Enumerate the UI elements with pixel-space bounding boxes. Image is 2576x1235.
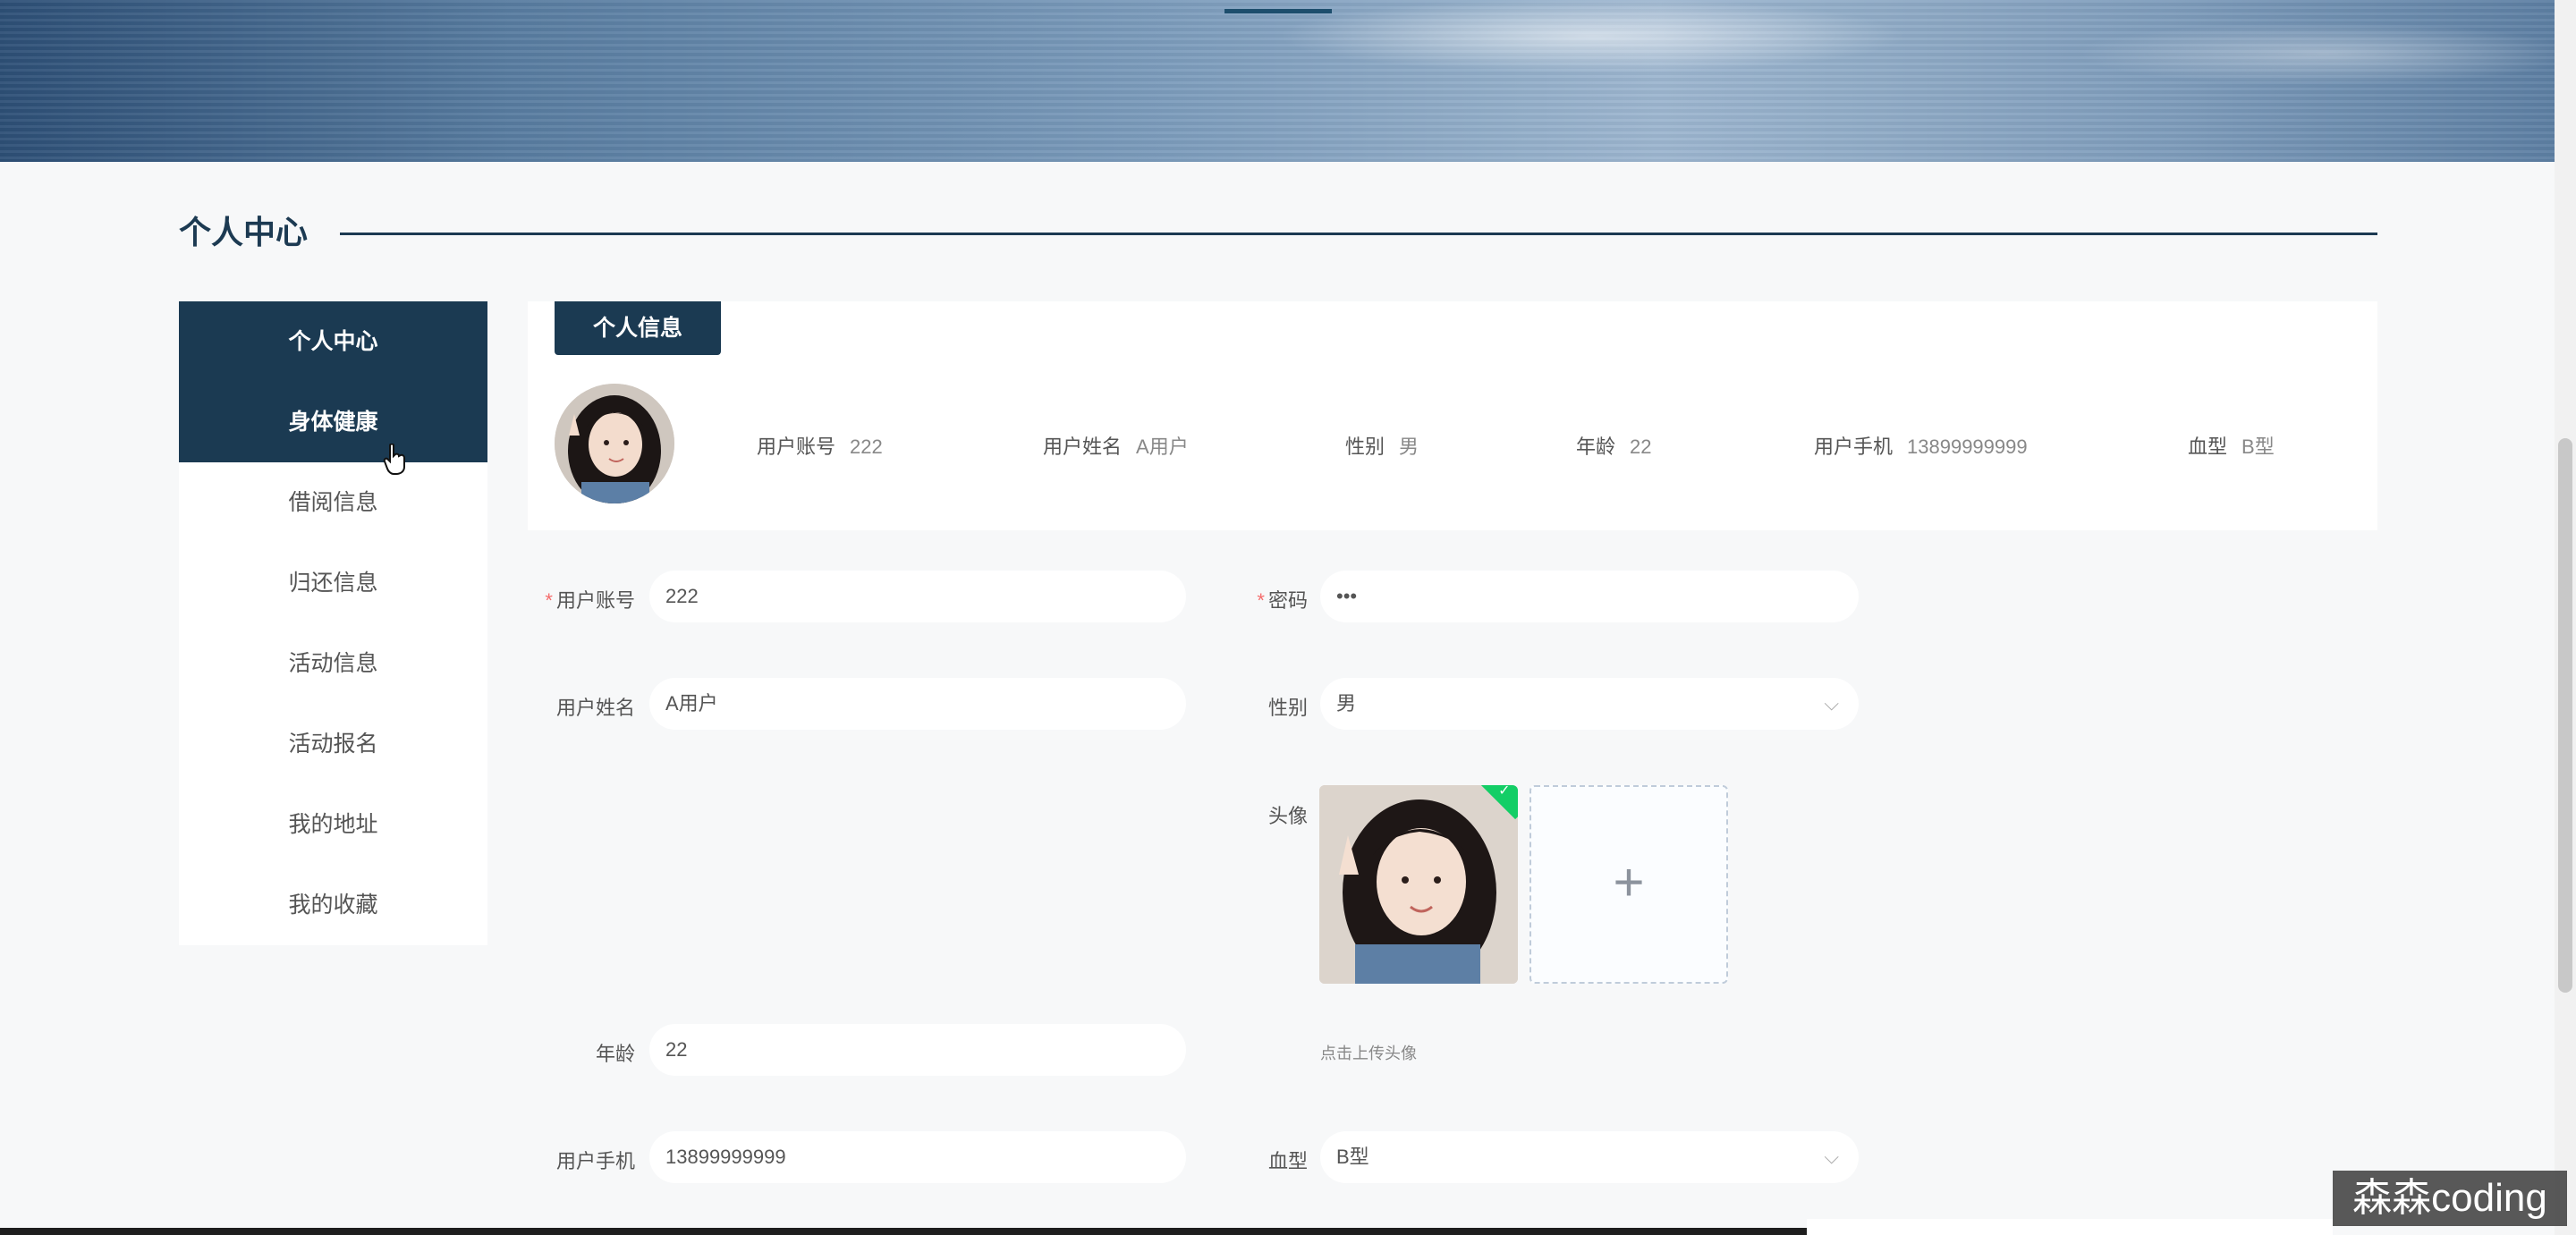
sidebar-item-personal-center[interactable]: 个人中心 <box>179 301 487 382</box>
sidebar-item-activity-signup[interactable]: 活动报名 <box>179 704 487 784</box>
sidebar-item-health[interactable]: 身体健康 <box>179 382 487 462</box>
summary-blood: 血型 B型 <box>2188 436 2275 458</box>
banner-indicator[interactable] <box>1224 9 1332 13</box>
blood-select[interactable]: B型 ⌵ <box>1320 1131 1859 1183</box>
summary-gender: 性别男 <box>1345 436 1419 458</box>
phone-input[interactable]: 13899999999 <box>649 1131 1186 1183</box>
profile-summary-card: 个人信息 用户账号 222 用户姓名 A用户 性别男 年龄 22 用户手机 138999… <box>528 301 2377 530</box>
check-icon: ✓ <box>1498 785 1511 799</box>
summary-name: 用户姓名 A用户 <box>1043 436 1189 458</box>
summary-phone: 用户手机 13899999999 <box>1814 436 2028 458</box>
password-field-label: * 密码 <box>1257 589 1308 612</box>
title-divider <box>340 233 2377 235</box>
uploaded-avatar-image[interactable]: ✓ <box>1319 785 1518 984</box>
sidebar-item-address[interactable]: 我的地址 <box>179 784 487 865</box>
blood-select-value: B型 <box>1336 1146 1369 1168</box>
avatar <box>555 384 674 503</box>
name-input[interactable]: A用户 <box>649 678 1186 730</box>
sidebar-item-activities[interactable]: 活动信息 <box>179 623 487 704</box>
tab-personal-info[interactable]: 个人信息 <box>555 301 721 355</box>
sidebar-nav: 个人中心 身体健康 借阅信息 归还信息 活动信息 活动报名 我的地址 我的收藏 <box>179 301 487 945</box>
scrollbar-thumb[interactable] <box>2558 438 2572 993</box>
banner-carousel <box>0 0 2555 162</box>
sidebar-item-favorites[interactable]: 我的收藏 <box>179 865 487 945</box>
upload-tip: 点击上传头像 <box>1320 1045 1417 1062</box>
blood-field-label: 血型 <box>1267 1150 1308 1172</box>
sidebar-item-borrow[interactable]: 借阅信息 <box>179 462 487 543</box>
chevron-down-icon[interactable]: ⌵ <box>1824 1131 1839 1183</box>
age-field-label: 年龄 <box>595 1043 635 1065</box>
account-input[interactable]: 222 <box>649 571 1186 622</box>
mouse-cursor-icon <box>383 444 405 475</box>
account-field-label: * 用户账号 <box>545 589 635 612</box>
watermark: 森森coding <box>2333 1171 2567 1226</box>
bottom-edge <box>0 1228 1807 1235</box>
avatar-field-label: 头像 <box>1267 805 1308 827</box>
gender-select[interactable]: 男 ⌵ <box>1320 678 1859 730</box>
page-title: 个人中心 <box>179 214 309 250</box>
plus-icon: + <box>1613 852 1645 912</box>
bottom-edge-light <box>1807 1219 2333 1235</box>
gender-field-label: 性别 <box>1267 697 1308 719</box>
summary-age: 年龄 22 <box>1576 436 1652 458</box>
gender-select-value: 男 <box>1336 692 1357 715</box>
chevron-down-icon[interactable]: ⌵ <box>1824 678 1839 730</box>
upload-avatar-button[interactable]: + <box>1530 785 1728 984</box>
sidebar-item-return[interactable]: 归还信息 <box>179 543 487 623</box>
age-input[interactable]: 22 <box>649 1024 1186 1076</box>
phone-field-label: 用户手机 <box>555 1150 635 1172</box>
summary-account: 用户账号 222 <box>757 436 883 458</box>
password-input[interactable]: ••• <box>1320 571 1859 622</box>
name-field-label: 用户姓名 <box>555 697 635 719</box>
